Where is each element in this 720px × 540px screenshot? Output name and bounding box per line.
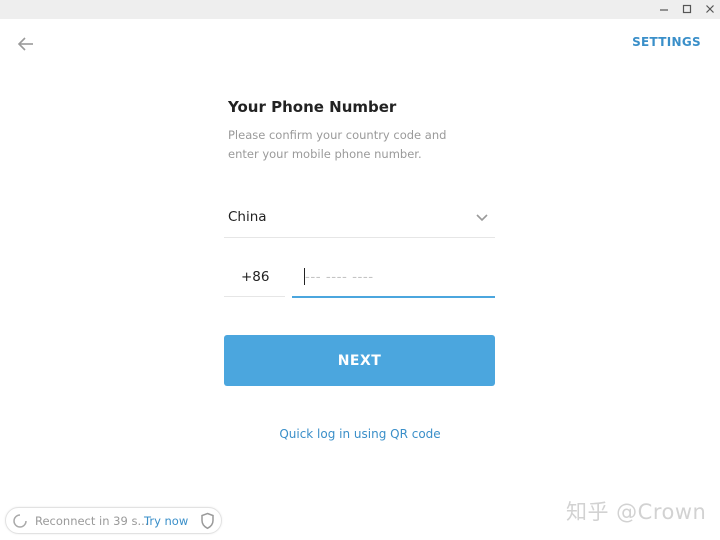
try-now-button[interactable]: Try now: [144, 514, 188, 528]
page-title: Your Phone Number: [228, 98, 397, 116]
qr-login-link[interactable]: Quick log in using QR code: [0, 427, 720, 441]
description-line-2: enter your mobile phone number.: [228, 147, 422, 161]
next-button[interactable]: NEXT: [224, 335, 495, 386]
phone-field-wrapper: [292, 257, 495, 298]
arrow-left-icon[interactable]: [15, 33, 37, 55]
country-name: China: [228, 209, 267, 225]
country-selector[interactable]: China: [224, 197, 495, 238]
page-description: Please confirm your country code and ent…: [228, 126, 468, 164]
reconnect-status-text: Reconnect in 39 s...: [35, 514, 149, 528]
description-line-1: Please confirm your country code and: [228, 128, 447, 142]
loading-spinner-icon: [13, 514, 27, 528]
maximize-icon[interactable]: [679, 2, 695, 16]
phone-number-input[interactable]: [305, 265, 485, 289]
watermark-text: 知乎 @Crown: [566, 500, 707, 524]
close-icon[interactable]: [702, 2, 718, 16]
shield-icon[interactable]: [200, 512, 215, 530]
connection-status-pill: Reconnect in 39 s... Try now: [5, 507, 222, 534]
chevron-down-icon: [476, 214, 488, 222]
window-titlebar: [0, 0, 720, 19]
country-code-field[interactable]: +86: [224, 257, 285, 297]
country-code-value: +86: [241, 269, 270, 285]
settings-button[interactable]: SETTINGS: [632, 35, 701, 49]
minimize-icon[interactable]: [656, 2, 672, 16]
